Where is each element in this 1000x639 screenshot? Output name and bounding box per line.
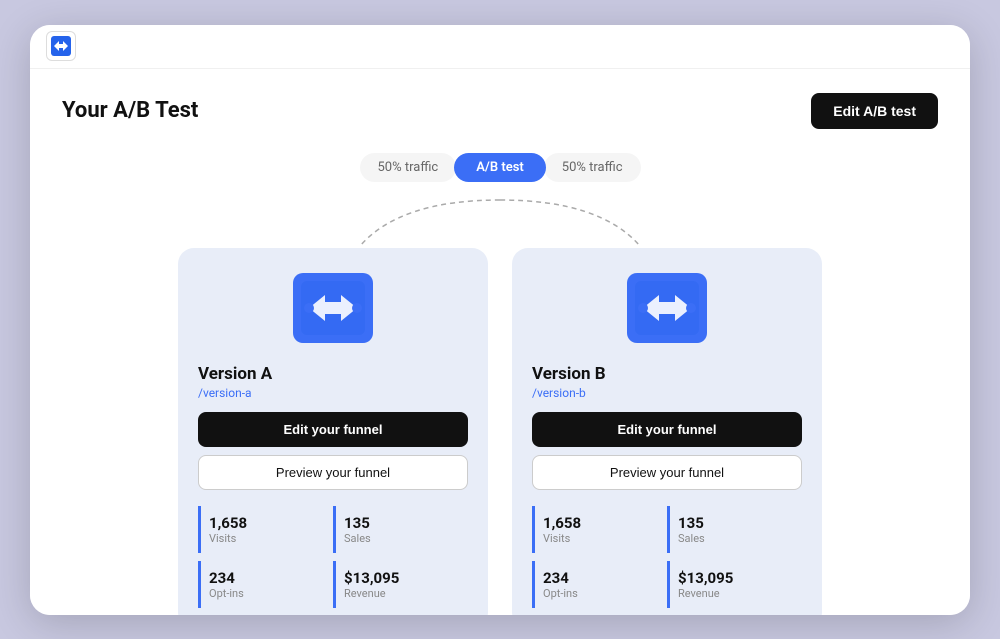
- ab-test-badge: A/B test: [454, 153, 546, 182]
- version-a-stats: 1,658 Visits 135 Sales 234 Opt-ins $13,0…: [198, 502, 468, 612]
- version-b-edit-funnel-button[interactable]: Edit your funnel: [532, 412, 802, 447]
- version-b-revenue-value: $13,095: [678, 569, 796, 587]
- version-a-url: /version-a: [198, 386, 468, 400]
- cards-row: Version A /version-a Edit your funnel Pr…: [62, 248, 938, 615]
- version-b-stat-sales: 135 Sales: [667, 506, 796, 553]
- version-a-sales-value: 135: [344, 514, 462, 532]
- page-title: Your A/B Test: [62, 98, 198, 123]
- version-b-optins-value: 234: [543, 569, 661, 587]
- version-a-optins-label: Opt-ins: [209, 587, 327, 600]
- version-b-stat-visits: 1,658 Visits: [532, 506, 661, 553]
- version-a-sales-label: Sales: [344, 532, 462, 545]
- version-a-stat-revenue: $13,095 Revenue: [333, 561, 462, 608]
- version-b-card: Version B /version-b Edit your funnel Pr…: [512, 248, 822, 615]
- logo-icon: [46, 31, 76, 61]
- version-b-stat-optins: 234 Opt-ins: [532, 561, 661, 608]
- traffic-right-label: 50% traffic: [544, 153, 641, 182]
- version-a-optins-value: 234: [209, 569, 327, 587]
- edit-ab-test-button[interactable]: Edit A/B test: [811, 93, 938, 129]
- version-a-card: Version A /version-a Edit your funnel Pr…: [178, 248, 488, 615]
- screen: Your A/B Test Edit A/B test 50% traffic …: [30, 25, 970, 615]
- version-b-stat-revenue: $13,095 Revenue: [667, 561, 796, 608]
- version-a-stat-optins: 234 Opt-ins: [198, 561, 327, 608]
- version-b-preview-funnel-button[interactable]: Preview your funnel: [532, 455, 802, 490]
- version-b-stats: 1,658 Visits 135 Sales 234 Opt-ins $13,0…: [532, 502, 802, 612]
- version-a-stat-sales: 135 Sales: [333, 506, 462, 553]
- version-a-stat-visits: 1,658 Visits: [198, 506, 327, 553]
- version-a-visits-label: Visits: [209, 532, 327, 545]
- version-b-url: /version-b: [532, 386, 802, 400]
- version-b-sales-label: Sales: [678, 532, 796, 545]
- top-bar: [30, 25, 970, 69]
- version-b-name: Version B: [532, 364, 802, 384]
- version-b-optins-label: Opt-ins: [543, 587, 661, 600]
- version-a-icon-area: [198, 268, 468, 348]
- version-b-icon-area: [532, 268, 802, 348]
- version-b-visits-value: 1,658: [543, 514, 661, 532]
- version-b-visits-label: Visits: [543, 532, 661, 545]
- version-a-visits-value: 1,658: [209, 514, 327, 532]
- version-a-preview-funnel-button[interactable]: Preview your funnel: [198, 455, 468, 490]
- header-row: Your A/B Test Edit A/B test: [62, 93, 938, 129]
- version-a-revenue-label: Revenue: [344, 587, 462, 600]
- version-b-revenue-label: Revenue: [678, 587, 796, 600]
- version-a-revenue-value: $13,095: [344, 569, 462, 587]
- version-a-edit-funnel-button[interactable]: Edit your funnel: [198, 412, 468, 447]
- traffic-bar: 50% traffic A/B test 50% traffic: [62, 153, 938, 182]
- main-content: Your A/B Test Edit A/B test 50% traffic …: [30, 69, 970, 615]
- version-b-sales-value: 135: [678, 514, 796, 532]
- curved-lines-container: [62, 198, 938, 248]
- traffic-left-label: 50% traffic: [360, 153, 457, 182]
- version-a-name: Version A: [198, 364, 468, 384]
